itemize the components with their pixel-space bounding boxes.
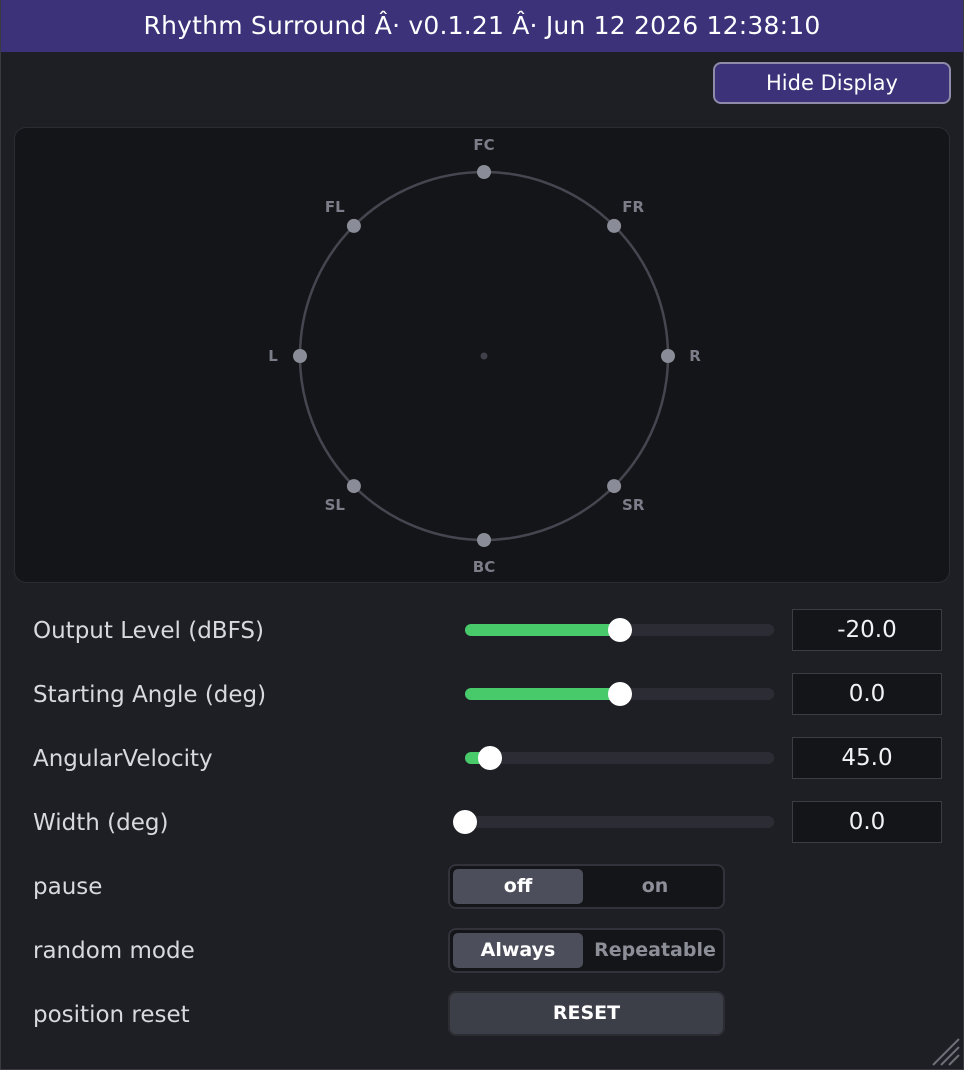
angular-velocity-slider[interactable] — [465, 746, 774, 770]
reset-button[interactable]: RESET — [448, 991, 725, 1036]
random-mode-option-always[interactable]: Always — [453, 933, 583, 968]
speaker-label-fl: FL — [325, 198, 345, 216]
width-label: Width (deg) — [33, 810, 169, 836]
angular-velocity-slider-thumb[interactable] — [477, 746, 502, 770]
speaker-dot-fl — [346, 218, 361, 233]
speaker-label-l: L — [268, 347, 278, 365]
output-level-label: Output Level (dBFS) — [33, 618, 264, 644]
speaker-dot-l — [293, 349, 307, 363]
starting-angle-slider-fill — [465, 688, 620, 700]
pause-toggle: off on — [448, 864, 725, 909]
speaker-label-r: R — [689, 347, 701, 365]
speaker-label-bc: BC — [473, 558, 495, 576]
random-mode-label: random mode — [33, 938, 195, 964]
width-slider-thumb[interactable] — [453, 810, 477, 834]
width-slider[interactable] — [453, 810, 774, 834]
output-level-value[interactable]: -20.0 — [792, 609, 942, 651]
output-level-slider-thumb[interactable] — [607, 618, 632, 642]
speaker-dot-sl — [346, 479, 361, 494]
random-mode-option-repeatable[interactable]: Repeatable — [590, 933, 720, 968]
angular-velocity-value[interactable]: 45.0 — [792, 737, 942, 779]
random-mode-toggle: Always Repeatable — [448, 928, 725, 973]
starting-angle-value[interactable]: 0.0 — [792, 673, 942, 715]
center-dot — [480, 352, 488, 360]
speaker-dot-fr — [607, 218, 622, 233]
starting-angle-label: Starting Angle (deg) — [33, 682, 267, 708]
surround-display: FC FR R SR BC SL L FL — [14, 127, 950, 583]
speaker-label-sl: SL — [325, 496, 346, 514]
starting-angle-slider[interactable] — [465, 682, 774, 706]
pause-option-on[interactable]: on — [590, 869, 720, 904]
speaker-label-sr: SR — [622, 496, 645, 514]
title-bar: Rhythm Surround Â· v0.1.21 Â· Jun 12 202… — [1, 0, 963, 52]
starting-angle-slider-thumb[interactable] — [607, 682, 632, 706]
position-reset-label: position reset — [33, 1002, 190, 1028]
speaker-dot-sr — [607, 479, 622, 494]
width-value[interactable]: 0.0 — [792, 801, 942, 843]
output-level-slider-fill — [465, 624, 620, 636]
plugin-window: Rhythm Surround Â· v0.1.21 Â· Jun 12 202… — [0, 0, 964, 1070]
angular-velocity-label: AngularVelocity — [33, 746, 213, 772]
output-level-slider[interactable] — [465, 618, 774, 642]
speaker-dot-bc — [477, 533, 491, 547]
pause-option-off[interactable]: off — [453, 869, 583, 904]
speaker-label-fr: FR — [622, 198, 644, 216]
speaker-label-fc: FC — [473, 136, 494, 154]
speaker-dot-fc — [477, 165, 491, 179]
pause-label: pause — [33, 874, 103, 900]
speaker-dot-r — [661, 349, 675, 363]
surround-display-canvas: FC FR R SR BC SL L FL — [268, 136, 701, 576]
resize-grip-icon[interactable] — [927, 1033, 961, 1067]
hide-display-button[interactable]: Hide Display — [713, 62, 951, 104]
